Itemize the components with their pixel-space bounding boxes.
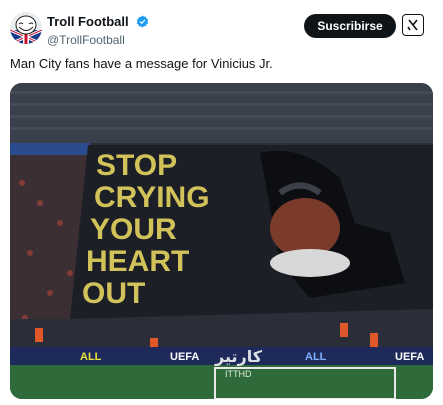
banner-line-5: OUT	[82, 277, 145, 310]
banner-line-2: CRYING	[94, 181, 210, 214]
ad-board-2: UEFA	[170, 351, 199, 363]
banner-line-1: STOP	[96, 149, 177, 182]
grok-icon[interactable]	[402, 14, 424, 36]
subscribe-button[interactable]: Suscribirse	[304, 14, 396, 38]
svg-text:ITTHD: ITTHD	[225, 369, 252, 379]
tweet-text: Man City fans have a message for Viniciu…	[10, 56, 273, 71]
author-names: Troll Football @TrollFootball	[47, 13, 149, 47]
banner-line-4: HEART	[86, 245, 189, 278]
display-name[interactable]: Troll Football	[47, 14, 129, 29]
ad-board-4: UEFA	[395, 351, 424, 363]
ad-board-1: ALL	[80, 351, 102, 363]
tweet-media-image[interactable]: STOP CRYING YOUR HEART OUT ALL UEFA ALL …	[10, 83, 433, 399]
banner-line-3: YOUR	[90, 213, 177, 246]
verified-badge-icon	[136, 15, 149, 28]
tweet-header: Troll Football @TrollFootball Suscribirs…	[10, 12, 433, 48]
author-handle[interactable]: @TrollFootball	[47, 33, 149, 47]
svg-text:كارتير: كارتير	[214, 347, 263, 366]
avatar[interactable]	[10, 12, 42, 44]
ad-board-3: ALL	[305, 351, 327, 363]
grok-glyph-icon	[407, 19, 418, 31]
